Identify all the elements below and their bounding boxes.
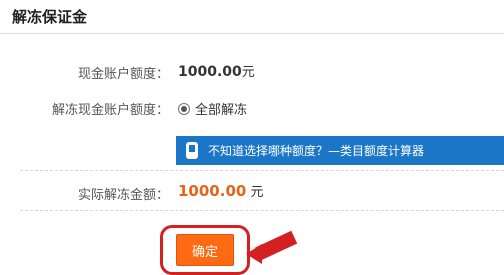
actual-unfreeze-amount: 1000.00: [178, 182, 247, 200]
cash-account-label: 现金账户额度：: [77, 67, 169, 82]
cash-account-unit: 元: [241, 65, 255, 80]
highlight-arrow-icon: [246, 244, 262, 264]
actual-unfreeze-unit: 元: [250, 185, 264, 200]
calculator-tip-text[interactable]: 不知道选择哪种额度？—类目额度计算器: [208, 142, 424, 159]
actual-unfreeze-value: 1000.00 元: [178, 181, 263, 200]
unfreeze-option[interactable]: 全部解冻: [178, 99, 247, 118]
cash-account-value: 1000.00元: [178, 61, 255, 80]
divider-upper: [20, 170, 504, 171]
unfreeze-label: 解冻现金账户额度：: [51, 103, 169, 118]
radio-selected-icon[interactable]: [178, 103, 190, 115]
confirm-button[interactable]: 确定: [176, 234, 234, 266]
page-title: 解冻保证金: [12, 8, 88, 26]
cash-account-amount: 1000.00: [178, 64, 242, 80]
title-divider: [0, 33, 504, 34]
calculator-icon: [186, 142, 198, 159]
calculator-tip-bar[interactable]: 不知道选择哪种额度？—类目额度计算器: [176, 136, 504, 165]
divider-lower: [20, 210, 504, 211]
unfreeze-option-label: 全部解冻: [195, 103, 248, 118]
actual-unfreeze-label: 实际解冻金额：: [77, 188, 169, 203]
